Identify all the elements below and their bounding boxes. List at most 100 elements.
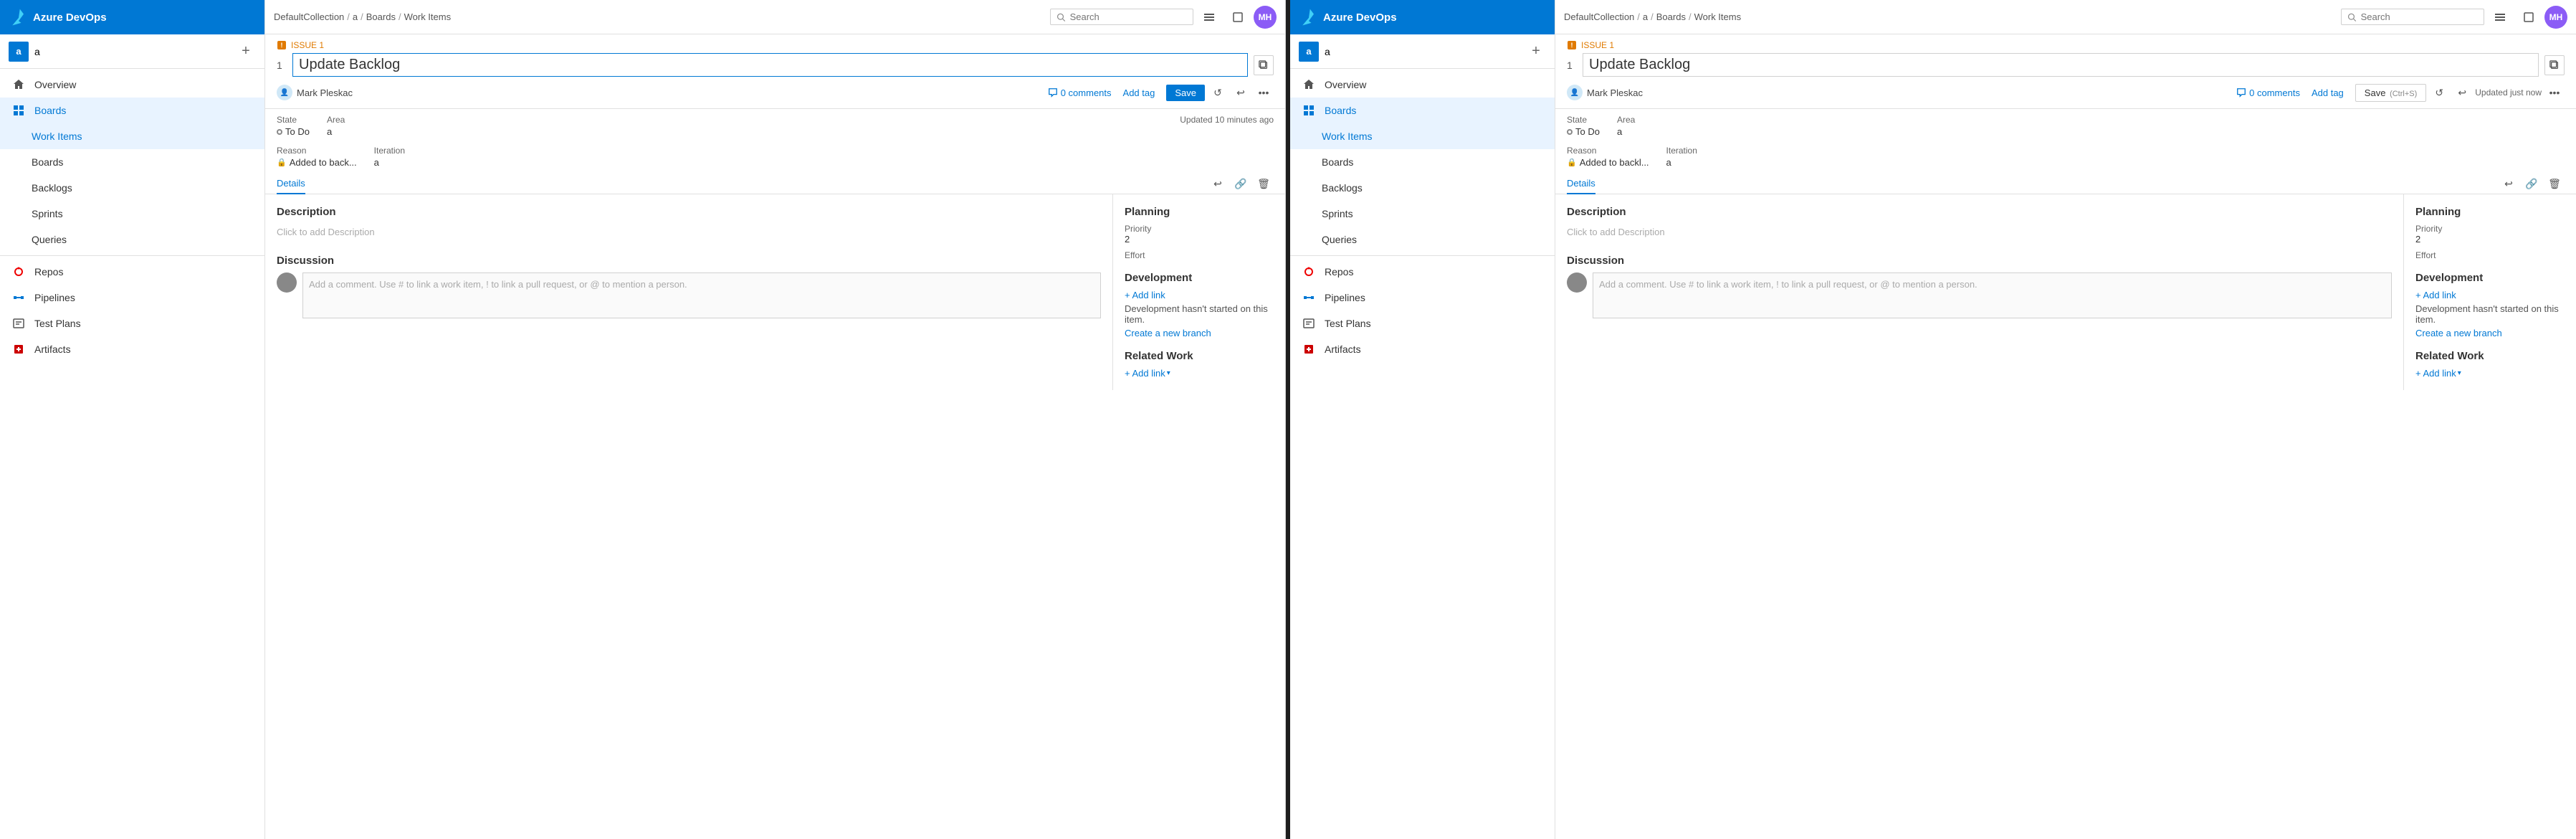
issue-title-input-left[interactable] bbox=[292, 53, 1248, 77]
comment-input-right[interactable]: Add a comment. Use # to link a work item… bbox=[1593, 272, 2392, 318]
breadcrumb-workitems-right[interactable]: Work Items bbox=[1694, 11, 1742, 22]
refresh-button-left[interactable]: ↺ bbox=[1208, 82, 1228, 103]
home-icon-right bbox=[1302, 77, 1316, 92]
sidebar-item-workitems-right[interactable]: Work Items bbox=[1290, 123, 1555, 149]
user-avatar-left[interactable]: MH bbox=[1254, 6, 1277, 29]
delete-button-right[interactable]: 🗑 bbox=[2544, 174, 2565, 194]
save-button-right[interactable]: Save (Ctrl+S) bbox=[2355, 84, 2426, 102]
priority-field-right: Priority 2 bbox=[2415, 224, 2565, 245]
add-link-button-right[interactable]: + Add link bbox=[2415, 290, 2456, 300]
sidebar-item-overview-right[interactable]: Overview bbox=[1290, 72, 1555, 98]
dev-empty-right: Development hasn't started on this item. bbox=[2415, 303, 2565, 325]
dev-empty-left: Development hasn't started on this item. bbox=[1125, 303, 1274, 325]
related-work-title-right: Related Work bbox=[2415, 350, 2565, 362]
breadcrumb-boards-left[interactable]: Boards bbox=[366, 11, 396, 22]
details-tab-right[interactable]: Details bbox=[1567, 174, 1595, 194]
sidebar-item-boards-left[interactable]: Boards bbox=[0, 98, 264, 123]
main-area-right: DefaultCollection / a / Boards / Work It… bbox=[1555, 0, 2576, 839]
breadcrumb-boards-right[interactable]: Boards bbox=[1656, 11, 1686, 22]
create-branch-link-right[interactable]: Create a new branch bbox=[2415, 328, 2502, 338]
state-value-right[interactable]: To Do bbox=[1575, 126, 1600, 137]
sidebar-item-workitems-left[interactable]: Work Items bbox=[0, 123, 264, 149]
comment-input-left[interactable]: Add a comment. Use # to link a work item… bbox=[302, 272, 1101, 318]
sidebar-item-overview-left[interactable]: Overview bbox=[0, 72, 264, 98]
iteration-value-right[interactable]: a bbox=[1666, 157, 1671, 168]
state-value-left[interactable]: To Do bbox=[285, 126, 310, 137]
priority-field-left: Priority 2 bbox=[1125, 224, 1274, 245]
state-row-right: State To Do Area a bbox=[1555, 109, 2576, 143]
sidebar-item-queries-left[interactable]: Queries bbox=[0, 227, 264, 252]
issue-number-left: 1 bbox=[277, 60, 287, 71]
area-value-right[interactable]: a bbox=[1617, 126, 1622, 137]
author-avatar-left: 👤 bbox=[277, 85, 292, 100]
breadcrumb-collection-right[interactable]: DefaultCollection bbox=[1564, 11, 1634, 22]
sidebar-item-sprints-right[interactable]: Sprints bbox=[1290, 201, 1555, 227]
sidebar-item-artifacts-right[interactable]: Artifacts bbox=[1290, 336, 1555, 362]
package-button-right[interactable] bbox=[2516, 4, 2542, 30]
area-value-left[interactable]: a bbox=[327, 126, 332, 137]
add-related-link-button-left[interactable]: + Add link ▾ bbox=[1125, 368, 1170, 379]
iteration-value-left[interactable]: a bbox=[374, 157, 379, 168]
sidebar-item-boards-sub-left[interactable]: Boards bbox=[0, 149, 264, 175]
add-project-button-right[interactable]: + bbox=[1526, 42, 1546, 62]
sidebar-item-queries-right[interactable]: Queries bbox=[1290, 227, 1555, 252]
list-view-button-right[interactable] bbox=[2487, 4, 2513, 30]
sidebar-item-boards-right[interactable]: Boards bbox=[1290, 98, 1555, 123]
search-input-right[interactable] bbox=[2361, 11, 2478, 22]
undo-button-left[interactable]: ↩ bbox=[1231, 82, 1251, 103]
priority-value-left[interactable]: 2 bbox=[1125, 234, 1274, 245]
add-related-link-button-right[interactable]: + Add link ▾ bbox=[2415, 368, 2461, 379]
sidebar-item-sprints-left[interactable]: Sprints bbox=[0, 201, 264, 227]
user-avatar-right[interactable]: MH bbox=[2544, 6, 2567, 29]
history-button-right[interactable]: ↩ bbox=[2499, 174, 2519, 194]
details-tab-left[interactable]: Details bbox=[277, 174, 305, 194]
sidebar-item-pipelines-right[interactable]: Pipelines bbox=[1290, 285, 1555, 311]
breadcrumb-org-left[interactable]: a bbox=[353, 11, 358, 22]
comments-link-right[interactable]: 0 comments bbox=[2236, 87, 2300, 98]
org-avatar-left[interactable]: a bbox=[9, 42, 29, 62]
breadcrumb-org-right[interactable]: a bbox=[1643, 11, 1648, 22]
more-button-left[interactable]: ••• bbox=[1254, 82, 1274, 103]
description-placeholder-left[interactable]: Click to add Description bbox=[277, 224, 1101, 240]
undo-button-right[interactable]: ↩ bbox=[2452, 82, 2472, 103]
description-title-right: Description bbox=[1567, 206, 2392, 218]
sidebar-item-pipelines-left[interactable]: Pipelines bbox=[0, 285, 264, 311]
add-link-button-left[interactable]: + Add link bbox=[1125, 290, 1165, 300]
breadcrumb-collection-left[interactable]: DefaultCollection bbox=[274, 11, 344, 22]
delete-button-left[interactable]: 🗑 bbox=[1254, 174, 1274, 194]
sidebar-item-repos-left[interactable]: Repos bbox=[0, 259, 264, 285]
sidebar-item-testplans-right[interactable]: Test Plans bbox=[1290, 311, 1555, 336]
priority-value-right[interactable]: 2 bbox=[2415, 234, 2565, 245]
create-branch-link-left[interactable]: Create a new branch bbox=[1125, 328, 1211, 338]
description-placeholder-right[interactable]: Click to add Description bbox=[1567, 224, 2392, 240]
save-button-left[interactable]: Save bbox=[1166, 85, 1205, 101]
search-input-left[interactable] bbox=[1070, 11, 1187, 22]
org-avatar-right[interactable]: a bbox=[1299, 42, 1319, 62]
artifacts-icon-left bbox=[11, 342, 26, 356]
package-button-left[interactable] bbox=[1225, 4, 1251, 30]
sidebar-item-backlogs-right[interactable]: Backlogs bbox=[1290, 175, 1555, 201]
sidebar-item-repos-right[interactable]: Repos bbox=[1290, 259, 1555, 285]
history-button-left[interactable]: ↩ bbox=[1208, 174, 1228, 194]
refresh-button-right[interactable]: ↺ bbox=[2429, 82, 2449, 103]
search-box-left[interactable] bbox=[1050, 9, 1193, 25]
breadcrumb-workitems-left[interactable]: Work Items bbox=[404, 11, 452, 22]
link-button-right[interactable]: 🔗 bbox=[2522, 174, 2542, 194]
sidebar-item-testplans-left[interactable]: Test Plans bbox=[0, 311, 264, 336]
comments-link-left[interactable]: 0 comments bbox=[1048, 87, 1112, 98]
copy-link-button-right[interactable] bbox=[2544, 55, 2565, 75]
list-view-button-left[interactable] bbox=[1196, 4, 1222, 30]
copy-link-button-left[interactable] bbox=[1254, 55, 1274, 75]
add-tag-link-right[interactable]: Add tag bbox=[2312, 87, 2344, 98]
sidebar-item-artifacts-left[interactable]: Artifacts bbox=[0, 336, 264, 362]
issue-title-input-right[interactable] bbox=[1583, 53, 2539, 77]
issue-title-row-left: 1 bbox=[265, 50, 1285, 80]
related-work-section-right: Related Work + Add link ▾ bbox=[2415, 350, 2565, 379]
sidebar-item-backlogs-left[interactable]: Backlogs bbox=[0, 175, 264, 201]
more-button-right[interactable]: ••• bbox=[2544, 82, 2565, 103]
sidebar-item-boards-sub-right[interactable]: Boards bbox=[1290, 149, 1555, 175]
add-project-button-left[interactable]: + bbox=[236, 42, 256, 62]
link-button-left[interactable]: 🔗 bbox=[1231, 174, 1251, 194]
search-box-right[interactable] bbox=[2341, 9, 2484, 25]
add-tag-link-left[interactable]: Add tag bbox=[1123, 87, 1155, 98]
